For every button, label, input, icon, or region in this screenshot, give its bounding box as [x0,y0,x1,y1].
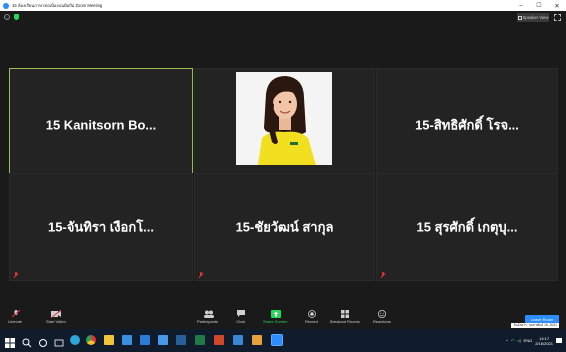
network-icon[interactable]: ◠ [511,338,515,343]
minimize-button[interactable]: – [512,0,530,11]
camera-app-icon[interactable] [176,335,186,345]
store-icon[interactable] [122,335,132,345]
mic-muted-icon [13,272,18,278]
video-tile-3[interactable]: 15-สิทธิศักดิ์ โรจ... [376,68,558,182]
notification-icon[interactable] [556,338,562,343]
clock-date: 2/16/2021 [535,340,553,346]
microphone-muted-icon [11,309,20,318]
powerpoint-icon[interactable] [214,335,224,345]
video-tile-6[interactable]: 15 สุรศักดิ์ เกตุบุ... [376,173,558,281]
date-tooltip: วันอังคาร, กุมภาพันธ์ 16, 2021 [511,323,559,328]
video-tile-1[interactable]: 15 Kanitsorn Bo... [9,68,193,182]
start-video-button[interactable]: Start Video [46,309,66,324]
share-screen-label: Share Screen [263,319,288,324]
participant-name: 15 สุรศักดิ์ เกตุบุ... [416,219,518,235]
video-off-icon [51,309,62,319]
unmute-label: Unmute [8,319,23,324]
leave-room-button[interactable]: Leave Room [525,315,559,323]
participant-name: 15-สิทธิศักดิ์ โรจ... [415,117,519,133]
participant-name: 15-ชัยวัฒน์ สากุล [235,219,334,235]
chat-button[interactable]: Chat [236,310,245,324]
breakout-rooms-icon [340,310,350,318]
start-video-label: Start Video [46,319,66,324]
meeting-toolbar: Unmute Start Video Participants Chat Sha… [0,307,566,329]
breakout-rooms-button[interactable]: Breakout Rooms [330,310,360,324]
excel-icon[interactable] [195,335,205,345]
unmute-button[interactable]: Unmute [8,309,23,324]
speaker-view-label: Speaker View [522,15,549,20]
participant-name: 15 Kanitsorn Bo... [45,117,157,133]
info-icon[interactable]: i [4,14,10,20]
record-label: Record [305,319,318,324]
fullscreen-icon[interactable] [554,14,561,21]
task-view-icon[interactable] [54,335,64,347]
zoom-taskbar-icon[interactable] [271,334,283,346]
maximize-button[interactable]: ☐ [530,0,548,11]
photos-icon[interactable] [233,335,243,345]
edge-browser-icon[interactable] [70,335,80,345]
volume-icon[interactable]: ◁ [517,338,520,343]
meeting-status: i [4,14,19,20]
grid-icon [517,15,522,20]
windows-taskbar: ^ ◠ ◁ ENG 14:17 2/16/2021 [0,329,566,352]
window-title: 15 ห้องเรียนภาษาต่อเนื่องบนมือถือ Zoom M… [12,3,103,8]
file-explorer-icon[interactable] [104,335,114,345]
record-button[interactable]: Record [305,310,318,324]
smiley-icon [377,310,387,318]
chat-icon [236,310,245,317]
window-titlebar: 15 ห้องเรียนภาษาต่อเนื่องบนมือถือ Zoom M… [0,0,566,11]
mic-muted-icon [198,272,203,278]
speaker-view-button[interactable]: Speaker View [517,13,549,22]
participants-label: Participants [197,319,218,324]
system-tray: ^ ◠ ◁ ENG 14:17 2/16/2021 [506,331,562,350]
participant-video-photo [236,72,332,165]
paint-icon[interactable] [252,335,262,345]
record-icon [307,310,316,318]
person-photo [236,72,332,165]
mic-muted-icon [380,272,385,278]
breakout-rooms-label: Breakout Rooms [330,319,360,324]
chrome-browser-icon[interactable] [86,335,96,345]
shield-icon[interactable] [14,14,19,20]
chevron-up-icon[interactable]: ^ [506,338,508,343]
share-screen-icon [270,310,281,318]
reactions-button[interactable]: Reactions [373,310,391,324]
search-icon[interactable] [22,335,32,348]
taskbar-clock[interactable]: 14:17 2/16/2021 [535,336,553,346]
language-indicator[interactable]: ENG [524,338,533,343]
participants-button[interactable]: Participants [197,310,218,324]
mail-icon[interactable] [140,335,150,345]
participant-name: 15-จันทิรา เงือกโ... [47,219,155,235]
reactions-label: Reactions [373,319,391,324]
cortana-icon[interactable] [38,335,48,347]
participants-icon [203,310,214,318]
zoom-app-icon [3,2,9,9]
windows-start-icon[interactable] [5,335,15,348]
chat-label: Chat [236,319,245,324]
calendar-icon[interactable] [158,335,168,345]
close-button[interactable]: ✕ [548,0,566,11]
share-screen-button[interactable]: Share Screen [263,310,287,324]
video-tile-5[interactable]: 15-ชัยวัฒน์ สากุล [194,173,375,281]
video-tile-4[interactable]: 15-จันทิรา เงือกโ... [9,173,193,281]
